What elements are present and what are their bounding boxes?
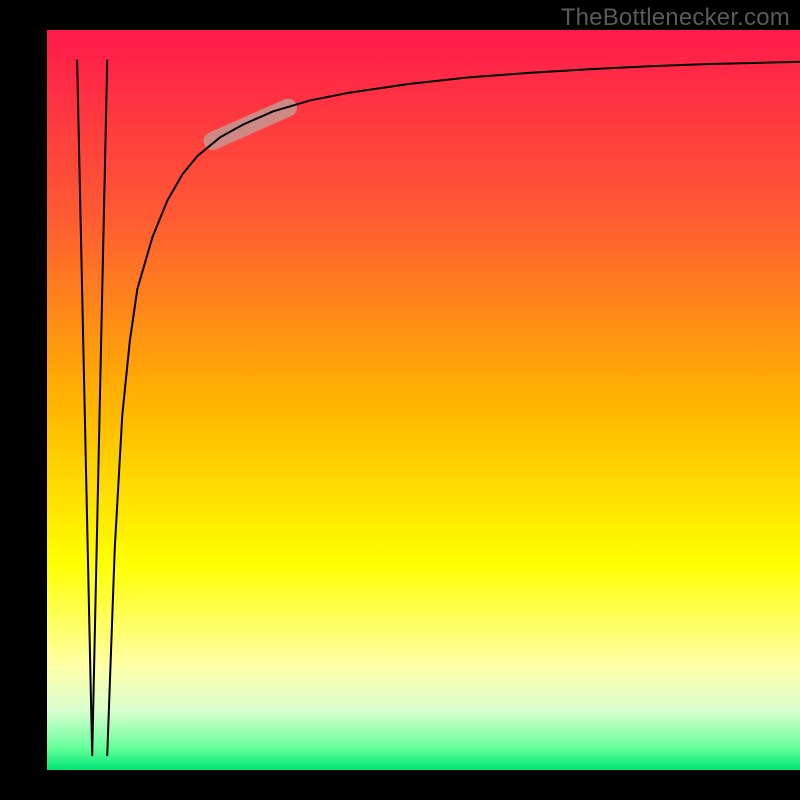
chart-canvas xyxy=(0,0,800,800)
watermark-text: TheBottlenecker.com xyxy=(561,4,790,32)
plot-background xyxy=(47,30,800,770)
chart-svg xyxy=(0,0,800,800)
